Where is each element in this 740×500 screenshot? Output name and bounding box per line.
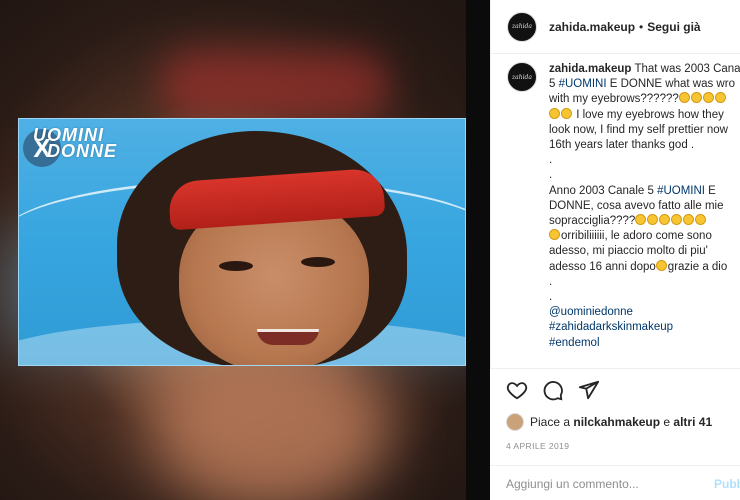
caption-line: That was 2003 Cana [634,63,740,75]
laughing-emoji-icon [647,214,659,226]
laughing-emoji-icon [671,214,683,226]
comment-icon[interactable] [542,379,564,401]
caption-line: E DONNE what was wro [606,78,735,91]
liker-avatar[interactable] [506,413,524,431]
following-button[interactable]: Segui già [647,20,700,34]
post-caption: zahida zahida.makeup That was 2003 Cana … [507,62,740,368]
laughing-emoji-icon [549,107,560,119]
blurred-headband-background [160,50,390,120]
caption-line: E [704,184,716,197]
caption-line: look now, I find my self prettier now [549,123,728,136]
caption-dot: . [549,291,553,304]
publish-button[interactable]: Pubb [714,477,740,491]
caption-dot: . [549,169,553,182]
caption-dot: . [549,154,553,167]
post-media[interactable]: X UOMINI DONNE [0,0,490,500]
hashtag-link[interactable]: #zahidadarkskinmakeup [549,320,740,335]
video-frame-image: X UOMINI DONNE [18,118,466,366]
right-eye [301,257,335,267]
caption-line: grazie a dio [667,260,728,273]
caption-dot: . [549,275,553,288]
likes-mid: e [660,415,674,429]
caption-line: Anno 2003 Canale 5 [549,184,658,197]
post-date[interactable]: 4 APRILE 2019 [490,431,740,451]
laughing-emoji-icon [714,92,726,104]
caption-username[interactable]: zahida.makeup [549,63,631,75]
caption-line: sopracciglia???? [549,215,636,228]
laughing-emoji-icon [635,214,647,226]
comment-input[interactable]: Aggiungi un commento... [506,477,639,491]
laughing-emoji-icon [690,92,702,104]
laughing-emoji-icon [695,214,707,226]
avatar[interactable]: zahida [507,11,537,42]
likes-others-link[interactable]: altri 41 [673,415,712,429]
mention-link[interactable]: @uominiedonne [549,305,740,320]
laughing-emoji-icon [702,92,714,104]
header-username[interactable]: zahida.makeup [549,20,635,34]
laughing-emoji-icon [659,214,671,226]
laughing-emoji-icon [561,107,572,119]
heart-icon[interactable] [506,379,528,401]
caption-line: I love my eyebrows how they [573,108,724,121]
caption-line: with my eyebrows?????? [549,93,679,106]
header-separator: • [639,19,644,34]
caption-line: adesso, mi piaccio molto di piu' [549,245,708,258]
post-actions: Piace a nilckahmakeup e altri 41 4 APRIL… [490,368,740,500]
action-icons [490,369,740,405]
share-icon[interactable] [578,379,600,401]
smiling-emoji-icon [655,259,667,271]
likes-prefix: Piace a [530,415,571,429]
show-logo-text: UOMINI DONNE [33,126,118,161]
caption-line: 5 [549,78,559,91]
smile [257,329,319,345]
left-eye [219,261,253,271]
caption-avatar[interactable]: zahida [507,62,537,92]
caption-line: DONNE, cosa avevo fatto alle mie [549,199,724,212]
media-edge [466,0,490,500]
liker-username[interactable]: nilckahmakeup [573,415,660,429]
likes-summary: Piace a nilckahmakeup e altri 41 [490,405,740,431]
caption-line: adesso 16 anni dopo [549,260,656,273]
hashtag-link[interactable]: #UOMINI [657,185,705,197]
laughing-emoji-icon [683,214,695,226]
caption-line: 16th years later thanks god . [549,139,695,152]
laughing-emoji-icon [678,92,690,104]
caption-text: zahida.makeup That was 2003 Cana 5 #UOMI… [549,62,740,368]
hashtag-link[interactable]: #UOMINI [559,78,607,90]
laughing-emoji-icon [549,229,560,241]
comment-box: Aggiungi un commento... Pubb [490,465,740,500]
caption-line: orribiliiiiii, le adoro come sono [561,230,712,243]
post-header: zahida zahida.makeup • Segui già [491,0,740,54]
hashtag-link[interactable]: #endemol [549,336,740,351]
logo-line-2: DONNE [47,141,118,161]
